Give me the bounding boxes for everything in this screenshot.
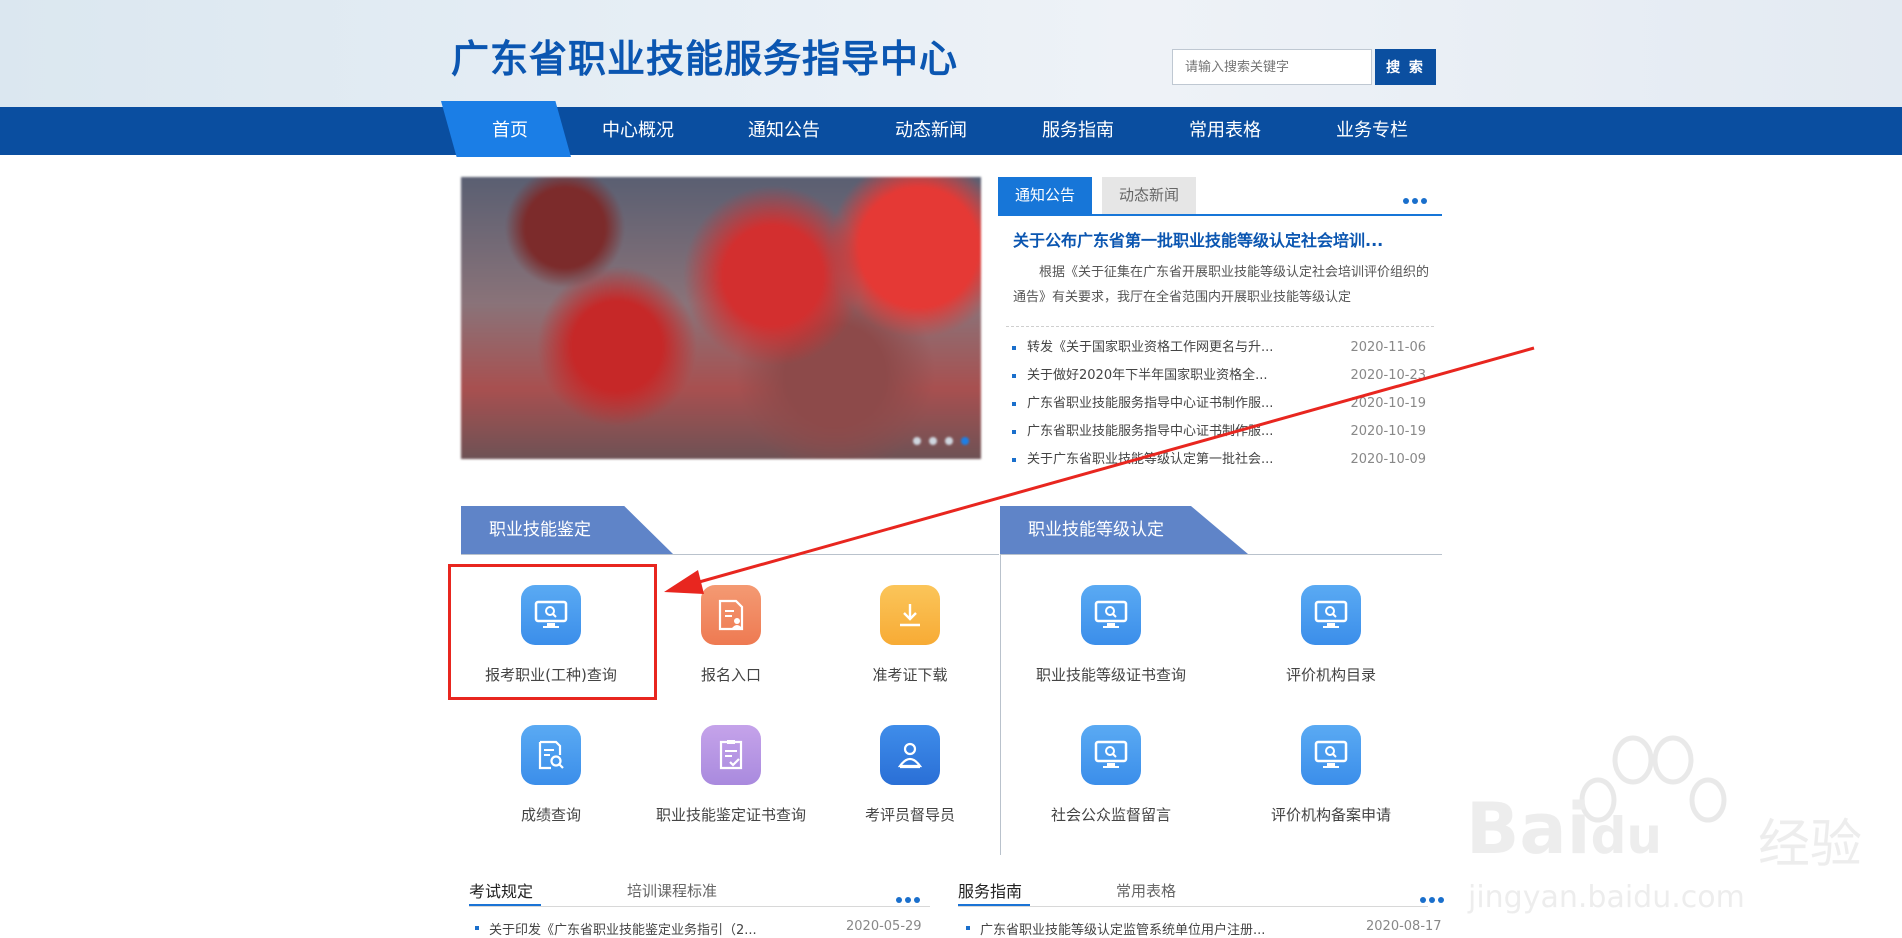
tabs-underline — [998, 214, 1442, 216]
service-label: 评价机构目录 — [1285, 666, 1376, 684]
watermark-product: 经验 — [1758, 815, 1863, 875]
monitor-search-icon — [1301, 725, 1361, 785]
service-label: 报名入口 — [700, 666, 761, 684]
feature-notice-title[interactable]: 关于公布广东省第一批职业技能等级认定社会培训... — [1013, 227, 1433, 251]
list-item[interactable]: 转发《关于国家职业资格工作网更名与升... 2020-11-06 — [1012, 334, 1428, 362]
site-title[interactable]: 广东省职业技能服务指导中心 — [451, 28, 958, 83]
carousel-dot-active[interactable] — [961, 437, 969, 445]
section-header-skill-level: 职业技能等级认定 — [1000, 506, 1248, 554]
carousel-dot[interactable] — [945, 437, 953, 445]
list-item[interactable]: 关于广东省职业技能等级认定第一批社会... 2020-10-09 — [1012, 446, 1428, 474]
service-label: 考评员督导员 — [864, 806, 955, 824]
service-label: 社会公众监督留言 — [1050, 806, 1171, 824]
service-admission-download[interactable]: 准考证下载 — [820, 585, 1000, 685]
service-label: 成绩查询 — [520, 806, 581, 824]
tab-service-guide[interactable]: 服务指南 — [958, 878, 1022, 902]
nav-item-about[interactable]: 中心概况 — [588, 107, 688, 155]
nav-item-news[interactable]: 动态新闻 — [881, 107, 981, 155]
more-notices-icon[interactable] — [1400, 189, 1427, 208]
service-label: 职业技能鉴定证书查询 — [655, 806, 806, 824]
nav-item-home[interactable]: 首页 — [463, 107, 557, 155]
watermark-brand: Baidu — [1466, 788, 1662, 870]
list-item[interactable]: 广东省职业技能服务指导中心证书制作服... 2020-10-19 — [1012, 390, 1428, 418]
service-label: 职业技能等级证书查询 — [1035, 666, 1186, 684]
service-registration[interactable]: 报名入口 — [641, 585, 821, 685]
service-institution-filing[interactable]: 评价机构备案申请 — [1241, 725, 1421, 825]
section-header-skill-appraisal: 职业技能鉴定 — [461, 506, 673, 554]
more-service-guide-icon[interactable] — [1417, 888, 1444, 907]
baidu-watermark: Baidu 经验 jingyan.baidu.com — [1458, 730, 1898, 930]
section-line — [1000, 554, 1442, 555]
list-item-title[interactable]: 关于印发《广东省职业技能鉴定业务指引（2... — [489, 919, 757, 938]
service-public-supervision[interactable]: 社会公众监督留言 — [1021, 725, 1201, 825]
tab-common-forms[interactable]: 常用表格 — [1116, 880, 1176, 901]
service-institution-directory[interactable]: 评价机构目录 — [1241, 585, 1421, 685]
watermark-url: jingyan.baidu.com — [1468, 880, 1745, 915]
list-item-title[interactable]: 广东省职业技能等级认定监管系统单位用户注册... — [980, 919, 1265, 938]
monitor-search-icon — [1301, 585, 1361, 645]
service-appraisal-certificate-query[interactable]: 职业技能鉴定证书查询 — [641, 725, 821, 825]
bullet — [475, 926, 479, 930]
download-icon — [880, 585, 940, 645]
tab-training-standards[interactable]: 培训课程标准 — [627, 880, 717, 901]
carousel-dot[interactable] — [929, 437, 937, 445]
service-level-certificate-query[interactable]: 职业技能等级证书查询 — [1021, 585, 1201, 685]
list-item-date: 2020-05-29 — [846, 919, 922, 934]
tab-line — [469, 906, 930, 907]
nav-item-business[interactable]: 业务专栏 — [1322, 107, 1422, 155]
tab-notices[interactable]: 通知公告 — [998, 177, 1092, 214]
certificate-check-icon — [701, 725, 761, 785]
monitor-search-icon — [1081, 585, 1141, 645]
nav-item-forms[interactable]: 常用表格 — [1175, 107, 1275, 155]
tab-line — [958, 906, 1428, 907]
monitor-search-icon — [1081, 725, 1141, 785]
carousel-dots — [905, 430, 969, 449]
document-icon — [701, 585, 761, 645]
list-item[interactable]: 广东省职业技能服务指导中心证书制作服... 2020-10-19 — [1012, 418, 1428, 446]
person-icon — [880, 725, 940, 785]
highlight-box — [448, 564, 657, 700]
feature-notice-summary: 根据《关于征集在广东省开展职业技能等级认定社会培训评价组织的通告》有关要求，我厅… — [1013, 265, 1430, 305]
list-item-date: 2020-08-17 — [1366, 919, 1442, 934]
service-examiner-supervisor[interactable]: 考评员督导员 — [820, 725, 1000, 825]
banner-carousel[interactable] — [461, 177, 981, 459]
notice-list: 转发《关于国家职业资格工作网更名与升... 2020-11-06 关于做好2020… — [1012, 334, 1428, 474]
service-label: 评价机构备案申请 — [1270, 806, 1391, 824]
document-search-icon — [521, 725, 581, 785]
tab-exam-rules[interactable]: 考试规定 — [469, 878, 533, 902]
nav-item-service-guide[interactable]: 服务指南 — [1028, 107, 1128, 155]
service-score-query[interactable]: 成绩查询 — [461, 725, 641, 825]
search-button[interactable]: 搜 索 — [1375, 49, 1436, 85]
search-input[interactable] — [1172, 49, 1372, 85]
column-divider — [1000, 555, 1001, 855]
carousel-dot[interactable] — [913, 437, 921, 445]
nav-item-notices[interactable]: 通知公告 — [734, 107, 834, 155]
list-item[interactable]: 关于做好2020年下半年国家职业资格全... 2020-10-23 — [1012, 362, 1428, 390]
more-exam-rules-icon[interactable] — [893, 888, 920, 907]
divider — [1006, 326, 1434, 327]
bullet — [966, 926, 970, 930]
tab-news[interactable]: 动态新闻 — [1102, 177, 1196, 214]
service-label: 准考证下载 — [872, 666, 948, 684]
section-line — [461, 554, 999, 555]
